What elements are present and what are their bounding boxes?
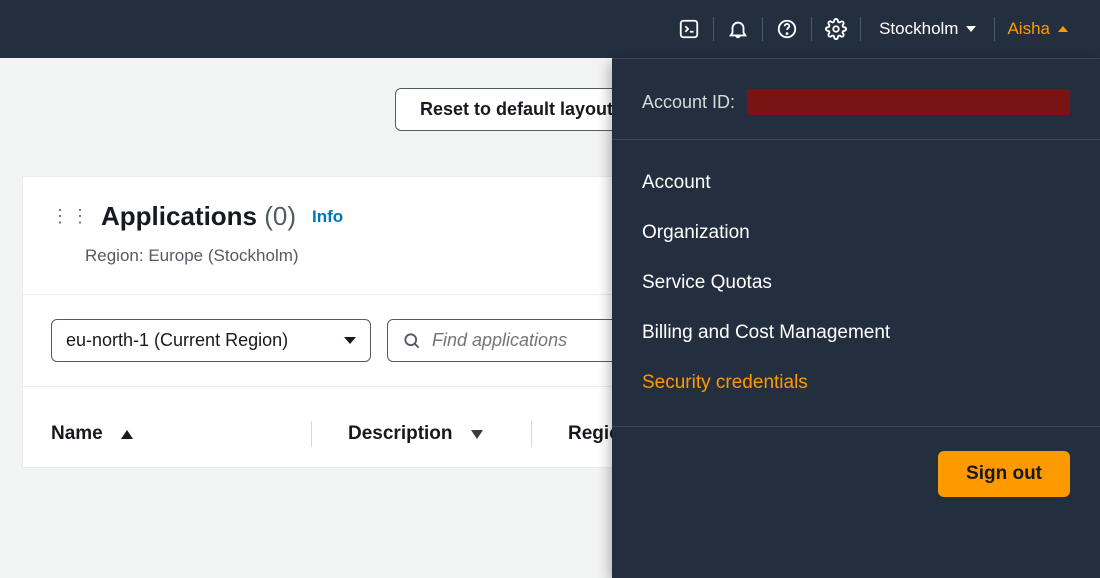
chevron-up-icon	[1058, 26, 1068, 32]
top-nav-bar: Stockholm Aisha	[0, 0, 1100, 58]
column-divider	[311, 421, 312, 447]
region-selector[interactable]: Stockholm	[861, 0, 994, 58]
menu-item-account[interactable]: Account	[612, 158, 1100, 208]
region-label: Stockholm	[879, 19, 958, 39]
account-dropdown-panel: Account ID: Account Organization Service…	[612, 58, 1100, 578]
signout-row: Sign out	[612, 427, 1100, 521]
account-menu-section: Account Organization Service Quotas Bill…	[612, 140, 1100, 427]
menu-item-organization[interactable]: Organization	[612, 208, 1100, 258]
drag-handle-icon[interactable]: ⋮⋮	[51, 214, 91, 219]
sign-out-button[interactable]: Sign out	[938, 451, 1070, 497]
user-label: Aisha	[1007, 19, 1050, 39]
user-menu-trigger[interactable]: Aisha	[995, 0, 1080, 58]
reset-layout-button[interactable]: Reset to default layout	[395, 88, 638, 131]
card-count: (0)	[264, 201, 296, 231]
settings-icon[interactable]	[812, 0, 860, 58]
menu-item-security-credentials[interactable]: Security credentials	[612, 358, 1100, 408]
column-description-label: Description	[348, 423, 453, 445]
column-divider	[531, 421, 532, 447]
help-icon[interactable]	[763, 0, 811, 58]
menu-item-billing[interactable]: Billing and Cost Management	[612, 308, 1100, 358]
sort-icon	[471, 430, 483, 439]
sort-ascending-icon	[121, 430, 133, 439]
column-name-label: Name	[51, 423, 103, 445]
card-title-text: Applications	[101, 201, 257, 231]
region-filter-dropdown[interactable]: eu-north-1 (Current Region)	[51, 319, 371, 362]
account-id-row: Account ID:	[612, 59, 1100, 140]
chevron-down-icon	[344, 337, 356, 344]
account-id-label: Account ID:	[642, 92, 735, 113]
region-filter-value: eu-north-1 (Current Region)	[66, 330, 288, 351]
chevron-down-icon	[966, 26, 976, 32]
menu-item-service-quotas[interactable]: Service Quotas	[612, 258, 1100, 308]
info-link[interactable]: Info	[312, 207, 343, 227]
column-header-description[interactable]: Description	[311, 421, 531, 447]
column-header-name[interactable]: Name	[51, 421, 311, 447]
card-title: Applications (0)	[101, 201, 296, 232]
search-icon	[402, 331, 422, 351]
cloudshell-icon[interactable]	[665, 0, 713, 58]
notifications-icon[interactable]	[714, 0, 762, 58]
account-id-value-redacted	[747, 89, 1070, 115]
